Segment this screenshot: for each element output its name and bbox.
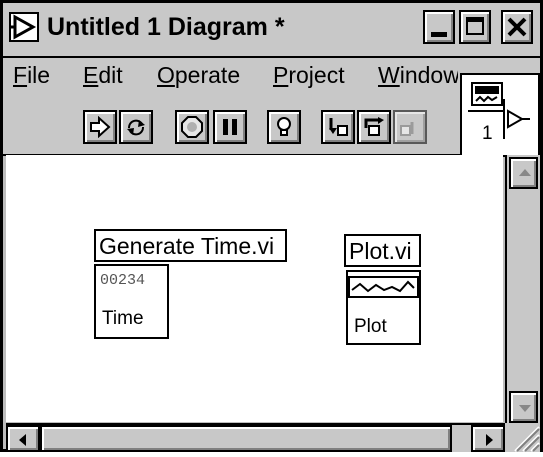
resize-grip[interactable] [505,423,540,452]
run-button[interactable] [83,110,117,144]
scroll-right-button[interactable] [471,425,505,452]
vi-icon-image [468,82,530,139]
arrow-left-icon [19,434,26,446]
time-counter-text: 00234 [100,272,146,289]
abort-button[interactable] [175,110,209,144]
vi-icon-number: 1 [482,123,493,144]
close-icon [507,17,527,37]
horizontal-scroll-thumb[interactable] [40,425,452,452]
waveform-plot-icon [348,276,419,298]
menu-edit[interactable]: Edit [83,62,123,89]
menu-operate[interactable]: Operate [157,62,240,89]
plot-vi-label[interactable]: Plot.vi [344,234,421,267]
window-title: Untitled 1 Diagram * [47,13,285,41]
menu-project[interactable]: Project [273,62,345,89]
arrow-down-icon [519,405,531,412]
close-button[interactable] [501,10,533,44]
time-node-text: Time [102,308,144,329]
step-out-button[interactable] [393,110,427,144]
scroll-down-button[interactable] [509,391,538,423]
menu-file[interactable]: File [13,62,50,89]
plot-node-text: Plot [354,316,387,337]
title-bar[interactable]: Untitled 1 Diagram * [3,3,540,58]
vertical-scrollbar[interactable] [505,155,540,425]
run-continuously-button[interactable] [119,110,153,144]
vi-icon-connector-pane[interactable]: 1 [460,73,540,157]
block-diagram-canvas[interactable]: Generate Time.vi 00234 Time Plot.vi Plot [6,155,503,422]
run-continuously-icon [127,119,145,136]
step-into-icon [329,118,348,136]
generate-time-vi-node[interactable]: 00234 Time [94,264,169,339]
highlight-execution-icon [277,117,291,136]
labview-diagram-window: Untitled 1 Diagram * File Edit Operate P… [0,0,543,452]
minimize-button[interactable] [423,10,455,44]
run-arrow-icon [90,116,111,138]
scroll-left-button[interactable] [6,425,40,452]
minimize-icon [431,32,447,37]
horizontal-scrollbar[interactable] [6,423,505,452]
generate-time-vi-label[interactable]: Generate Time.vi [94,229,287,262]
maximize-icon [466,17,484,35]
scroll-up-button[interactable] [509,157,538,189]
abort-icon [181,116,203,138]
step-over-button[interactable] [357,110,391,144]
maximize-button[interactable] [459,10,491,44]
arrow-up-icon [519,169,531,176]
arrow-right-icon [486,434,493,446]
step-over-icon [364,117,384,136]
pause-icon [223,119,237,135]
step-into-button[interactable] [321,110,355,144]
plot-vi-node[interactable]: Plot [346,270,421,345]
menu-window[interactable]: Window [378,62,458,89]
resize-grip-icon [514,426,540,452]
highlight-execution-button[interactable] [267,110,301,144]
labview-run-icon [9,12,39,42]
step-out-icon [400,122,414,136]
pause-button[interactable] [213,110,247,144]
